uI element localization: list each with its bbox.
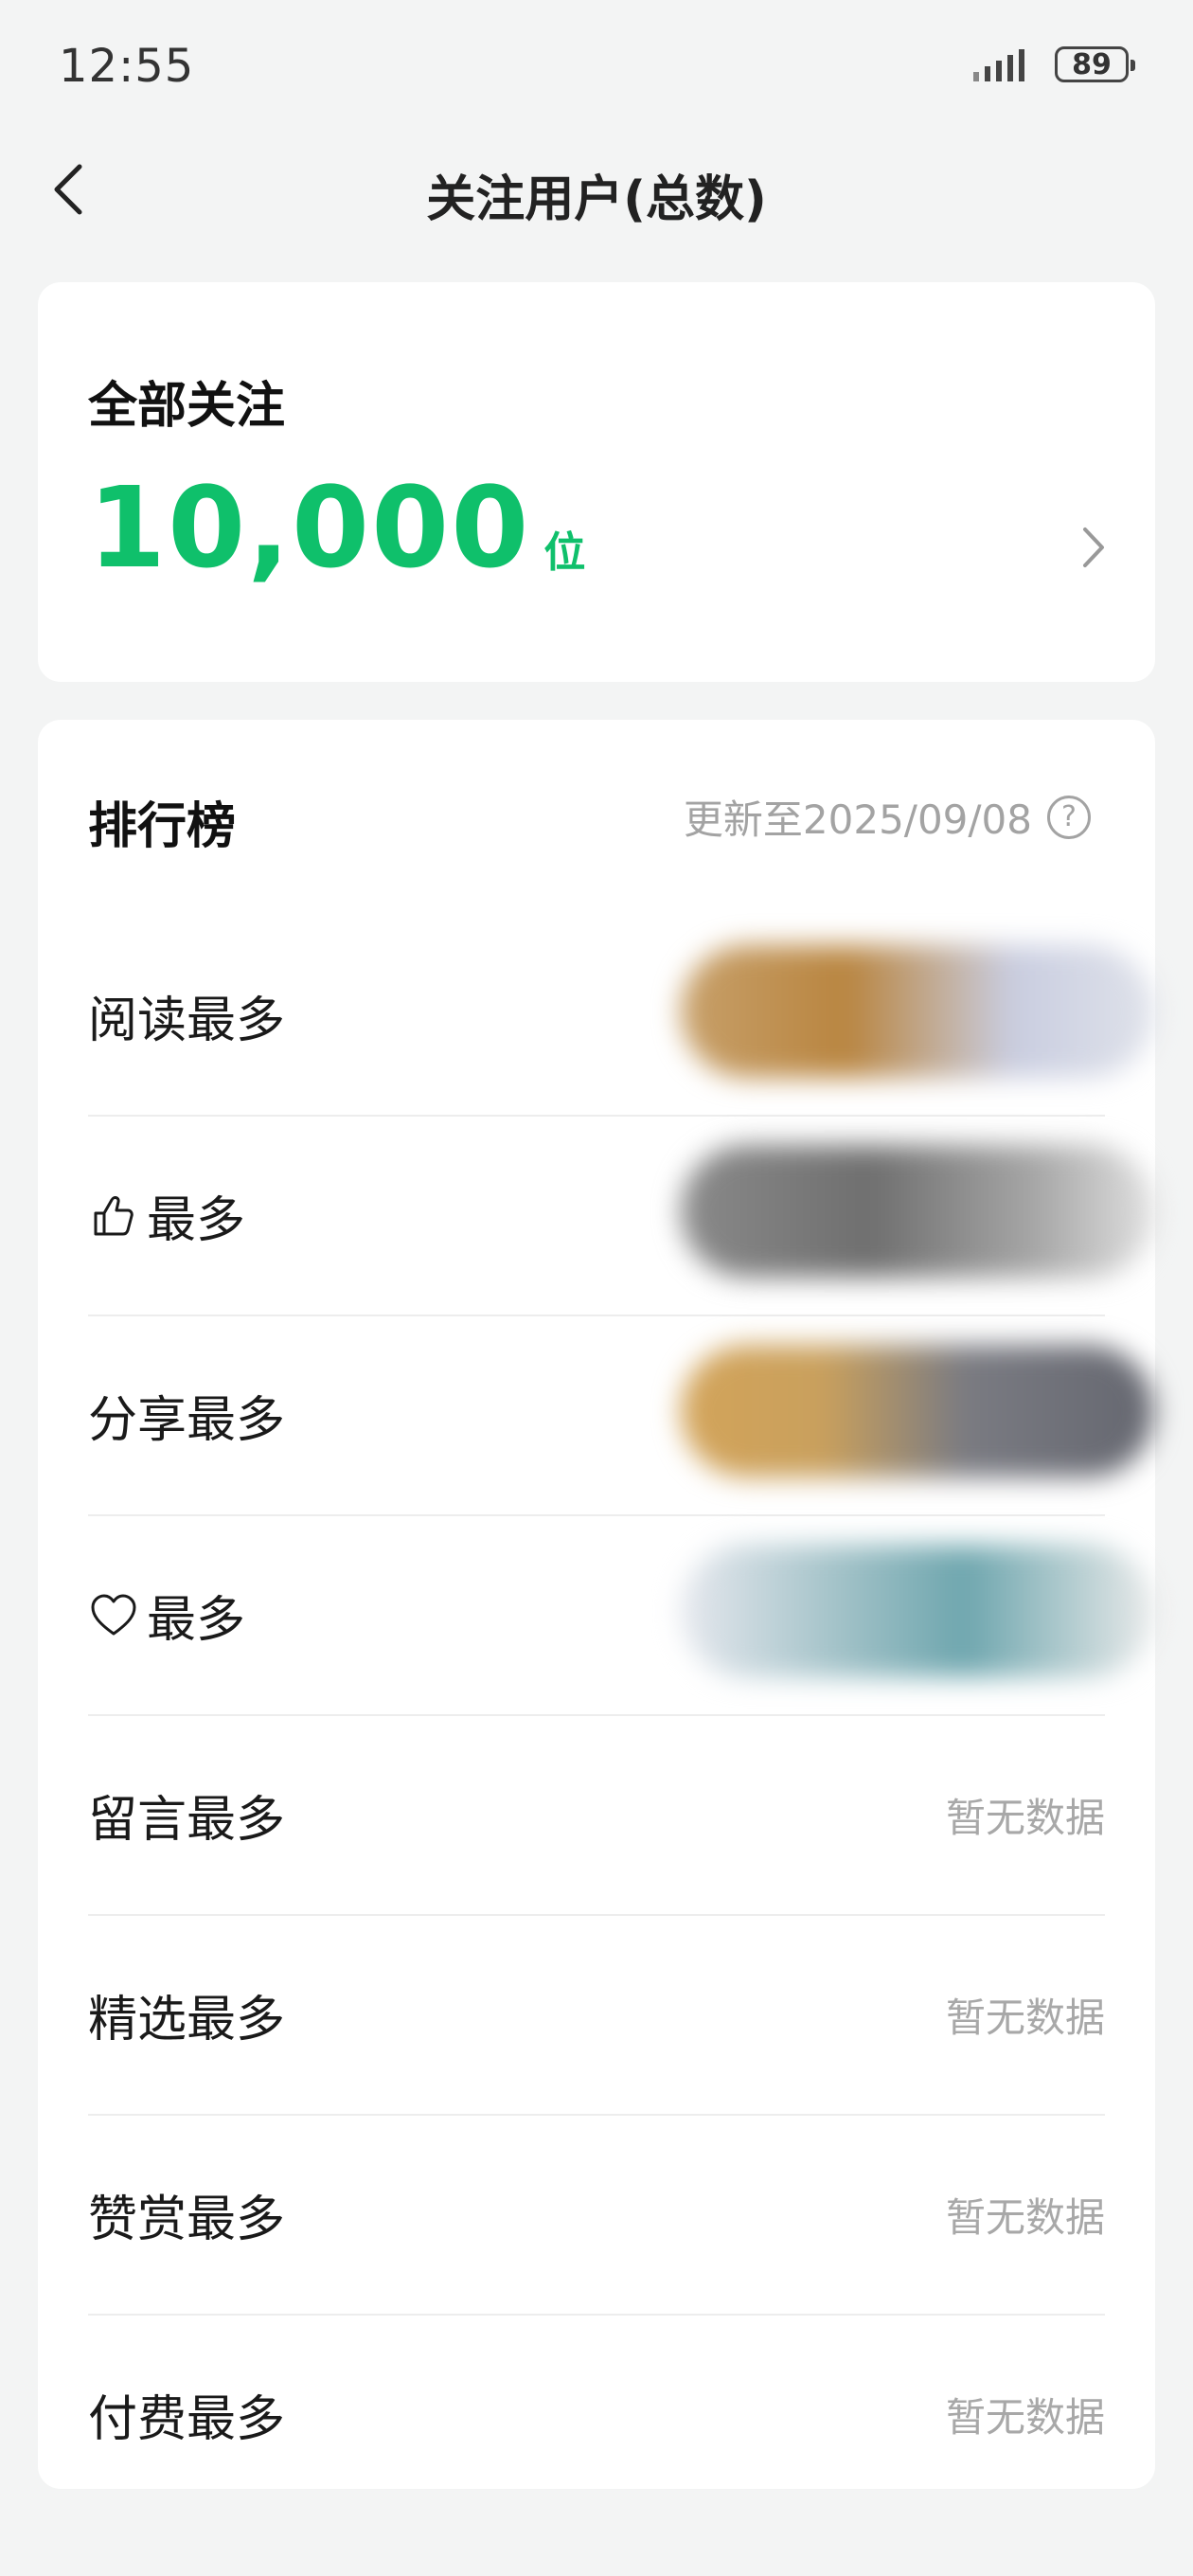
ranking-label: 赞赏最多 <box>88 2179 285 2250</box>
ranking-label-text: 分享最多 <box>88 1392 286 1449</box>
ranking-empty-text: 暂无数据 <box>945 2394 1105 2441</box>
ranking-label: 留言最多 <box>88 1780 285 1851</box>
ranking-label: 阅读最多 <box>88 980 285 1051</box>
ranking-label-text: 阅读最多 <box>88 993 286 1049</box>
ranking-list: 阅读最多 最多 分享最多 最多 留言最多 暂无数据 精选最多 暂无数据 赞赏最多… <box>88 917 1154 2513</box>
page-title: 关注用户(总数) <box>426 171 767 228</box>
ranking-row-read[interactable]: 阅读最多 <box>88 917 1154 1117</box>
ranking-label: 最多 <box>88 1580 245 1651</box>
signal-icon <box>973 49 1024 81</box>
total-value-row: 10,000 位 <box>88 472 585 583</box>
update-text: 更新至2025/09/08 <box>683 796 1032 843</box>
total-value: 10,000 <box>88 462 531 593</box>
total-unit: 位 <box>543 528 586 577</box>
redacted-user <box>681 1345 1154 1477</box>
total-label: 全部关注 <box>88 378 286 435</box>
ranking-label-text: 最多 <box>147 1592 246 1649</box>
battery-icon: 89 <box>1055 46 1135 82</box>
ranking-label-text: 精选最多 <box>88 1992 286 2048</box>
redacted-user <box>681 945 1154 1078</box>
heart-icon <box>91 1594 136 1635</box>
ranking-label-text: 最多 <box>147 1192 246 1249</box>
ranking-row-tip[interactable]: 赞赏最多 暂无数据 <box>88 2116 1105 2316</box>
status-icons: 89 <box>971 45 1135 83</box>
redacted-user <box>681 1545 1154 1677</box>
chevron-right-icon[interactable] <box>1079 524 1108 571</box>
ranking-label-text: 赞赏最多 <box>88 2191 286 2248</box>
redacted-user <box>681 1145 1154 1278</box>
ranking-empty-text: 暂无数据 <box>945 1795 1105 1841</box>
ranking-row-favorite[interactable]: 最多 <box>88 1516 1154 1716</box>
ranking-card: 排行榜 更新至2025/09/08 ? 阅读最多 最多 分享最多 最多 留言最多… <box>38 720 1155 2489</box>
total-followers-card[interactable]: 全部关注 10,000 位 <box>38 282 1155 682</box>
ranking-label: 付费最多 <box>88 2379 285 2450</box>
ranking-label-text: 留言最多 <box>88 1792 286 1849</box>
ranking-label-text: 付费最多 <box>88 2391 286 2448</box>
status-bar: 12:55 89 <box>0 0 1193 133</box>
ranking-title: 排行榜 <box>88 798 237 855</box>
ranking-empty-text: 暂无数据 <box>945 1995 1105 2041</box>
ranking-empty-text: 暂无数据 <box>945 2194 1105 2241</box>
ranking-row-like[interactable]: 最多 <box>88 1117 1154 1316</box>
help-icon[interactable]: ? <box>1047 795 1091 839</box>
ranking-label: 最多 <box>88 1180 245 1251</box>
ranking-update: 更新至2025/09/08 ? <box>684 788 1091 846</box>
ranking-row-featured[interactable]: 精选最多 暂无数据 <box>88 1916 1105 2116</box>
nav-bar: 关注用户(总数) <box>0 133 1193 246</box>
ranking-row-paid[interactable]: 付费最多 暂无数据 <box>88 2316 1105 2513</box>
battery-level: 89 <box>1072 47 1112 81</box>
thumbs-up-icon <box>94 1195 134 1235</box>
status-time: 12:55 <box>59 40 195 93</box>
ranking-label: 精选最多 <box>88 1979 285 2050</box>
ranking-label: 分享最多 <box>88 1380 285 1451</box>
help-glyph: ? <box>1061 800 1077 833</box>
ranking-row-share[interactable]: 分享最多 <box>88 1316 1154 1516</box>
ranking-row-comment[interactable]: 留言最多 暂无数据 <box>88 1716 1105 1916</box>
